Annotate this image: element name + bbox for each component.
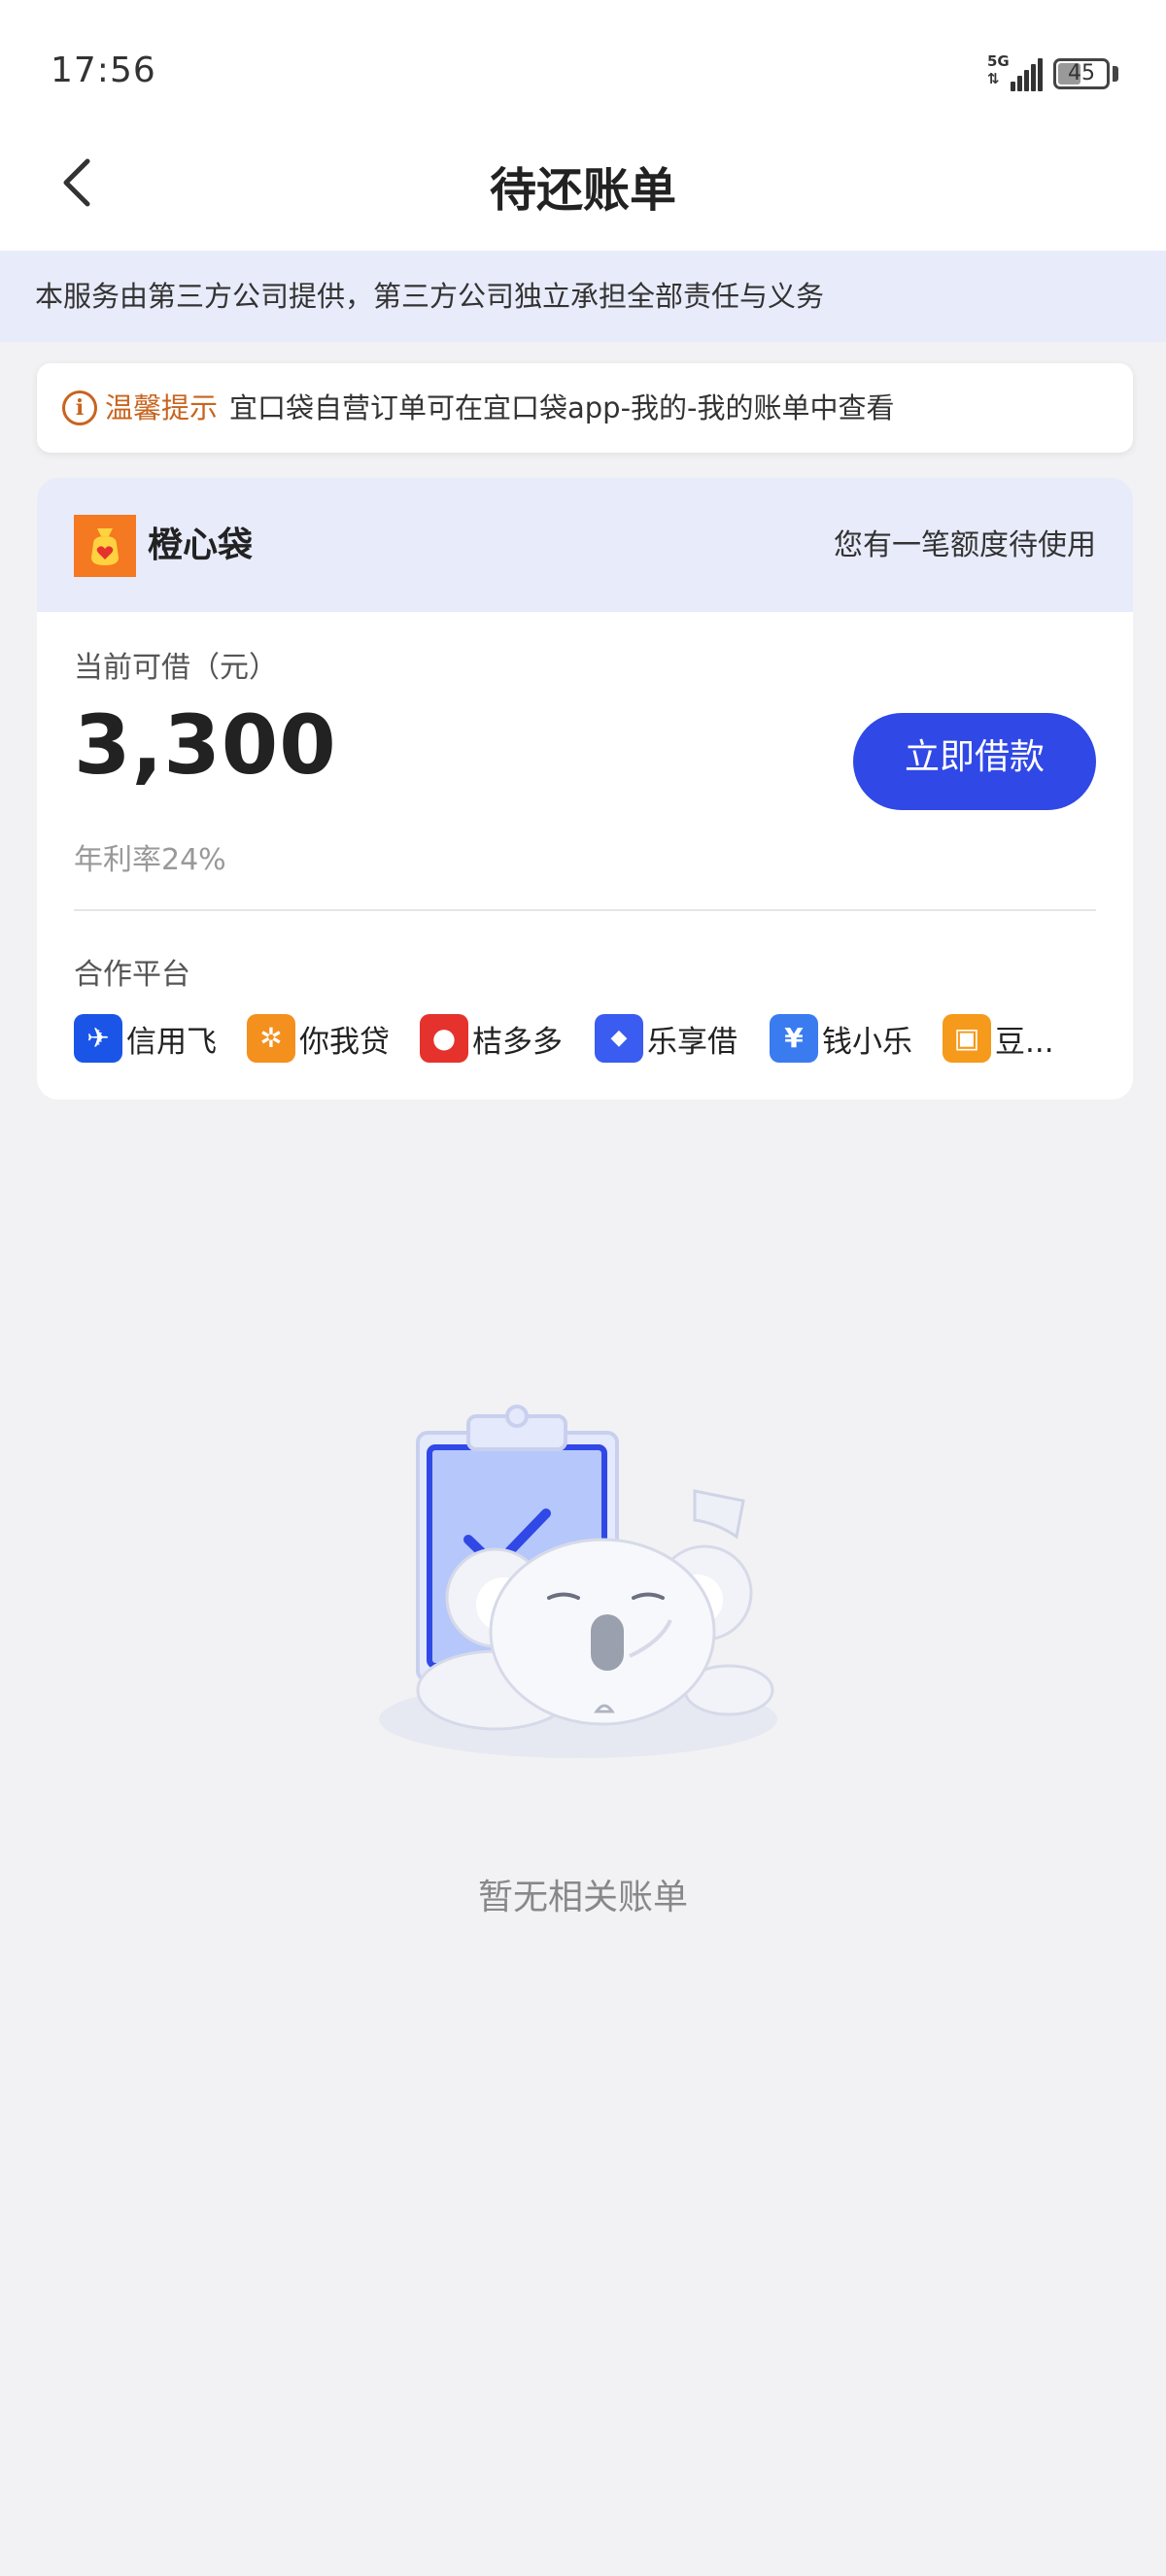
tip-label: 温馨提示: [105, 391, 219, 424]
partner-name: 乐享借: [647, 1024, 737, 1060]
amount-label: 当前可借（元）: [74, 651, 278, 685]
annual-rate: 年利率24%: [74, 843, 226, 877]
partner-list: ✈ 信用飞 ✲ 你我贷 ● 桔多多 ◆ 乐享借 ¥ 钱小乐 ▣ 豆...: [74, 1012, 1104, 1065]
partner-name: 钱小乐: [822, 1024, 912, 1060]
partner-item[interactable]: ▣ 豆...: [943, 1012, 1054, 1065]
info-icon: i: [62, 390, 97, 425]
quota-hint: 您有一笔额度待使用: [834, 528, 1096, 562]
partner-name: 豆...: [995, 1024, 1054, 1060]
loan-card: 橙心袋 您有一笔额度待使用 当前可借（元） 3,300 立即借款 年利率24% …: [37, 478, 1133, 1100]
partner-name: 你我贷: [299, 1024, 390, 1060]
partner-item[interactable]: ¥ 钱小乐: [770, 1012, 912, 1065]
battery-level: 45: [1068, 61, 1095, 85]
empty-state-text: 暂无相关账单: [477, 1878, 688, 1917]
battery-icon: 45: [1053, 58, 1110, 89]
money-bag-heart-icon: [74, 515, 136, 577]
lexiangjie-logo-icon: ◆: [595, 1014, 643, 1063]
battery-cap: [1113, 66, 1118, 82]
tip-card[interactable]: i 温馨提示 宜口袋自营订单可在宜口袋app-我的-我的账单中查看: [37, 363, 1133, 453]
qianxiaole-logo-icon: ¥: [770, 1014, 818, 1063]
network-type: 5G: [987, 52, 1010, 70]
signal-bars-icon: 5G ⇅: [987, 52, 1043, 93]
partner-name: 桔多多: [472, 1024, 563, 1060]
loan-card-header[interactable]: 橙心袋 您有一笔额度待使用: [37, 478, 1133, 612]
partner-name: 信用飞: [126, 1024, 217, 1060]
dou-logo-icon: ▣: [943, 1014, 991, 1063]
borrow-now-button[interactable]: 立即借款: [853, 713, 1096, 810]
data-arrows-icon: ⇅: [987, 70, 1000, 87]
brand-name: 橙心袋: [148, 525, 254, 565]
juduoduo-logo-icon: ●: [420, 1014, 468, 1063]
partner-item[interactable]: ● 桔多多: [420, 1012, 563, 1065]
divider: [74, 909, 1096, 911]
status-time: 17:56: [51, 51, 156, 90]
xinyongfei-logo-icon: ✈: [74, 1014, 122, 1063]
service-notice: 本服务由第三方公司提供，第三方公司独立承担全部责任与义务: [0, 251, 1166, 342]
partner-item[interactable]: ✲ 你我贷: [247, 1012, 390, 1065]
partner-label: 合作平台: [74, 958, 190, 992]
available-amount: 3,300: [74, 697, 337, 793]
page-title: 待还账单: [489, 163, 676, 218]
sleeping-koala-clipboard-illustration: [379, 1405, 777, 1758]
screen: 17:56 5G ⇅ 45 待还账单 本服务由第三方公司提供，第三方公司独立承担…: [0, 0, 1166, 2576]
niwodai-logo-icon: ✲: [247, 1014, 295, 1063]
partner-item[interactable]: ✈ 信用飞: [74, 1012, 217, 1065]
partner-item[interactable]: ◆ 乐享借: [595, 1012, 737, 1065]
tip-text: 宜口袋自营订单可在宜口袋app-我的-我的账单中查看: [229, 391, 895, 424]
nav-bar: 待还账单: [0, 117, 1166, 251]
